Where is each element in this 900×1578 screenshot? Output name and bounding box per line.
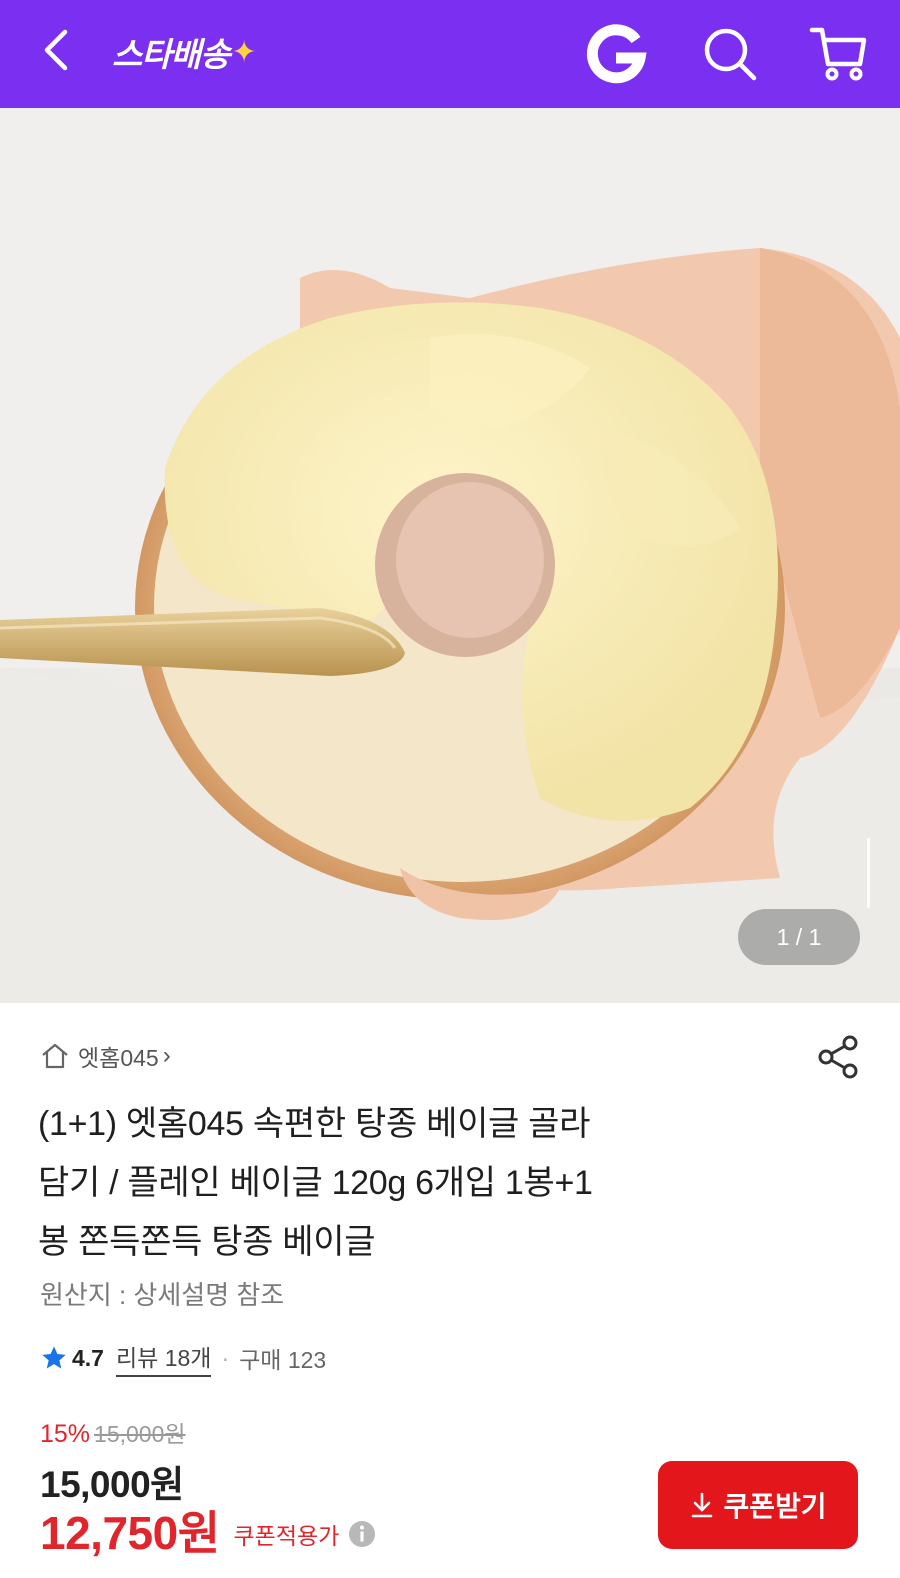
- rating-value: 4.7: [72, 1344, 104, 1371]
- home-icon: [42, 1043, 68, 1069]
- cart-icon: [809, 27, 867, 81]
- chevron-right-icon: ›: [162, 1042, 171, 1069]
- download-icon: [692, 1492, 713, 1518]
- search-icon: [704, 28, 757, 81]
- original-price: 15,000원: [94, 1421, 186, 1447]
- star-icon: [42, 1346, 66, 1369]
- gmarket-home-button[interactable]: [584, 22, 648, 86]
- separator-dot: ·: [221, 1344, 230, 1371]
- back-button[interactable]: [28, 22, 84, 78]
- bagel-product-photo: [0, 108, 900, 1003]
- origin-info: 원산지 : 상세설명 참조: [40, 1280, 285, 1310]
- sparkle-icon: ✦: [231, 34, 256, 70]
- discount-row: 15% 15,000원: [40, 1415, 186, 1449]
- get-coupon-button[interactable]: 쿠폰받기: [658, 1461, 858, 1549]
- star-delivery-logo[interactable]: 스타배송 ✦: [112, 28, 257, 76]
- share-button[interactable]: [814, 1033, 862, 1081]
- cart-button[interactable]: [806, 20, 872, 86]
- info-icon[interactable]: [347, 1519, 377, 1549]
- coupon-price-row: 12,750원 쿠폰적용가: [40, 1497, 377, 1563]
- gmarket-g-icon: [586, 24, 647, 84]
- back-arrow-icon: [44, 29, 68, 71]
- discount-rate: 15%: [40, 1420, 91, 1448]
- coupon-price-label: 쿠폰적용가: [233, 1523, 340, 1549]
- store-name: 엣홈045: [78, 1045, 159, 1071]
- image-counter-badge: 1 / 1: [738, 909, 860, 965]
- rating-row: 4.7 리뷰 18개 · 구매 123: [40, 1339, 326, 1377]
- review-count-link[interactable]: 리뷰 18개: [115, 1339, 212, 1377]
- logo-text: 스타배송: [112, 35, 230, 74]
- title-line: 봉 쫀득쫀득 탕종 베이글: [38, 1223, 376, 1261]
- title-line: (1+1) 엣홈045 속편한 탕종 베이글 골라: [38, 1105, 591, 1143]
- search-button[interactable]: [698, 22, 762, 86]
- get-coupon-label: 쿠폰받기: [723, 1491, 827, 1522]
- title-line: 담기 / 플레인 베이글 120g 6개입 1봉+1: [38, 1164, 593, 1202]
- top-app-bar: 스타배송 ✦: [0, 0, 900, 108]
- store-link[interactable]: 엣홈045 ›: [40, 1039, 171, 1073]
- product-image-gallery[interactable]: 1 / 1: [0, 108, 900, 1003]
- product-title: (1+1) 엣홈045 속편한 탕종 베이글 골라 담기 / 플레인 베이글 1…: [38, 1095, 838, 1272]
- product-info-section: 엣홈045 › (1+1) 엣홈045 속편한 탕종 베이글 골라 담기 / 플…: [0, 1003, 900, 1578]
- share-icon: [818, 1035, 858, 1079]
- purchase-count: 구매 123: [239, 1347, 327, 1373]
- coupon-price: 12,750원: [40, 1507, 220, 1559]
- scroll-indicator: [867, 838, 870, 908]
